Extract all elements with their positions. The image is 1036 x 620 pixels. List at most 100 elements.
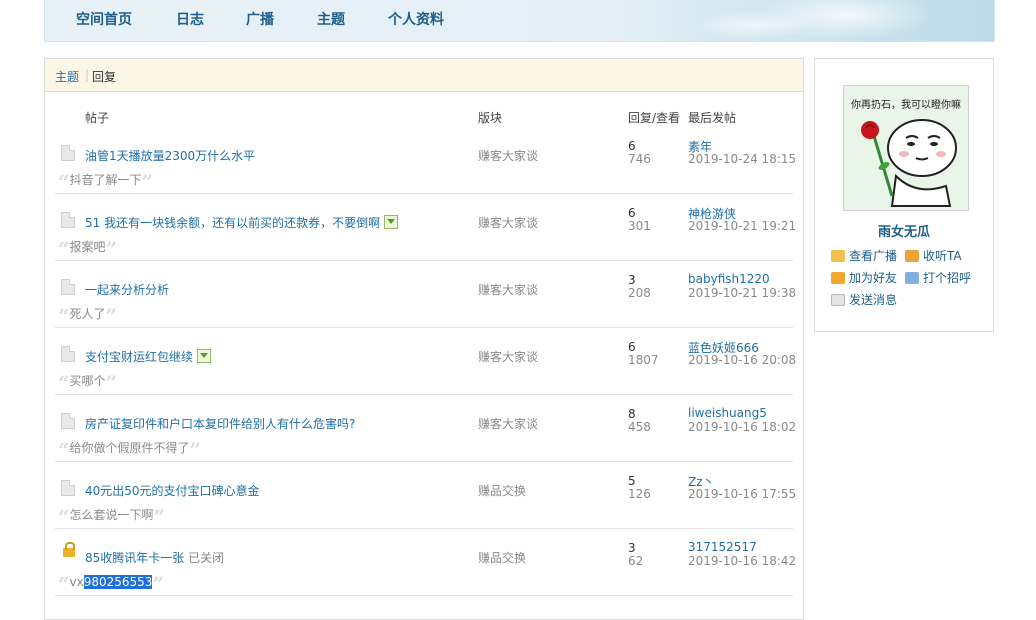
document-icon [61, 413, 75, 429]
forum-link[interactable]: 赚客大家谈 [478, 348, 538, 365]
thread-title-link[interactable]: 油管1天播放量2300万什么水平 [85, 147, 255, 164]
follow-link[interactable]: 收听TA [905, 247, 962, 264]
close-quote-mark: ” [189, 438, 202, 462]
rose-flower [861, 121, 879, 139]
table-row: 85收腾讯年卡一张 已关闭 赚品交换 3 62 317152517 2019-10-16 … [55, 528, 797, 596]
reply-quote: “买哪个” [58, 371, 117, 395]
close-quote-mark: ” [105, 304, 118, 328]
avatar[interactable]: 你再扔石，我可以瞪你嘛 [843, 85, 969, 211]
reply-quote-text: vx [69, 575, 84, 589]
thread-title-link[interactable]: 房产证复印件和户口本复印件给别人有什么危害吗? [85, 415, 355, 432]
document-icon [61, 145, 75, 161]
reply-quote: “死人了” [58, 304, 117, 328]
view-count: 458 [628, 420, 651, 434]
forum-link[interactable]: 赚客大家谈 [478, 214, 538, 231]
column-header-replies-views: 回复/查看 [628, 111, 681, 125]
table-row: 房产证复印件和户口本复印件给别人有什么危害吗? 赚客大家谈 8 458 liweishu… [55, 394, 797, 462]
close-quote-mark: ” [105, 371, 118, 395]
view-broadcast-label: 查看广播 [849, 249, 898, 263]
column-header-post: 帖子 [85, 111, 110, 125]
reply-quote: “抖音了解一下” [58, 170, 153, 194]
forum-link[interactable]: 赚品交换 [478, 482, 526, 499]
nav-item-space-home[interactable]: 空间首页 [76, 9, 132, 29]
view-count: 746 [628, 152, 651, 166]
last-post-date: 2019-10-16 17:55 [688, 487, 797, 501]
reply-count: 3 [628, 273, 636, 287]
thread-title: 一起来分析分析 [85, 283, 170, 297]
add-friend-link[interactable]: 加为好友 [831, 269, 897, 286]
close-quote-mark: ” [153, 505, 166, 529]
open-quote-mark: “ [58, 237, 70, 261]
thread-title: 房产证复印件和户口本复印件给别人有什么危害吗? [85, 417, 356, 431]
last-poster-link[interactable]: 317152517 [688, 540, 757, 554]
document-icon [61, 480, 75, 496]
open-quote-mark: “ [58, 371, 70, 395]
open-quote-mark: “ [58, 438, 70, 462]
nav-item-broadcast[interactable]: 广播 [246, 9, 274, 29]
table-row: 油管1天播放量2300万什么水平 赚客大家谈 6 746 素年 2019-10-24 18… [55, 126, 796, 194]
closed-status-label: 已关闭 [188, 551, 225, 565]
document-icon [61, 212, 75, 228]
follow-label: 收听TA [923, 249, 962, 263]
open-quote-mark: “ [58, 170, 70, 194]
last-post-date: 2019-10-21 19:38 [688, 286, 797, 300]
header-cloud-decoration [694, 10, 814, 40]
close-quote-mark: ” [152, 572, 164, 596]
breadcrumb-separator: | [85, 68, 90, 82]
column-header-forum: 版块 [478, 111, 503, 125]
nav-item-blog[interactable]: 日志 [176, 9, 204, 29]
reply-count: 6 [628, 139, 636, 153]
nav-item-topics[interactable]: 主题 [317, 9, 345, 29]
last-poster-link[interactable]: babyfish1220 [688, 272, 770, 286]
open-quote-mark: “ [58, 572, 70, 596]
send-message-label: 发送消息 [849, 293, 898, 307]
send-message-link[interactable]: 发送消息 [831, 291, 897, 308]
say-hello-link[interactable]: 打个招呼 [905, 269, 971, 286]
reply-quote-text: 死人了 [69, 307, 106, 321]
envelope-icon [831, 294, 845, 306]
forum-link[interactable]: 赚客大家谈 [478, 147, 538, 164]
column-header-last-post: 最后发帖 [688, 111, 737, 125]
replies-panel: 主题 | 回复 帖子 版块 回复/查看 最后发帖 油管1天播放量2300万什么水… [44, 58, 804, 620]
last-poster-link[interactable]: liweishuang5 [688, 406, 767, 420]
top-navigation-bar: 空间首页 日志 广播 主题 个人资料 [44, 0, 995, 42]
profile-username[interactable]: 雨女无瓜 [815, 221, 993, 240]
last-post-date: 2019-10-16 18:42 [688, 554, 797, 568]
lock-icon [63, 542, 75, 557]
table-row: 51 我还有一块钱余额，还有以前买的还款券，不要倒啊 赚客大家谈 6 301 神枪游侠 2… [55, 193, 796, 261]
add-friend-label: 加为好友 [849, 271, 898, 285]
thread-title-link[interactable]: 85收腾讯年卡一张 已关闭 [85, 549, 224, 566]
reply-count: 3 [628, 541, 636, 555]
breadcrumb-current-replies: 回复 [92, 70, 117, 84]
reply-count: 5 [628, 474, 636, 488]
thread-title: 85收腾讯年卡一张 [85, 551, 185, 565]
forum-link[interactable]: 赚品交换 [478, 549, 526, 566]
breadcrumb-topics-link[interactable]: 主题 [55, 68, 79, 85]
last-post-date: 2019-10-16 18:02 [688, 420, 797, 434]
say-hello-label: 打个招呼 [923, 271, 972, 285]
thread-title: 40元出50元的支付宝口碑心意金 [85, 484, 260, 498]
nav-item-profile[interactable]: 个人资料 [388, 9, 444, 29]
image-attachment-icon [384, 215, 399, 229]
thread-title: 51 我还有一块钱余额，还有以前买的还款券，不要倒啊 [85, 216, 381, 230]
document-icon [61, 346, 75, 362]
selected-text-highlight: 980256553 [83, 575, 153, 589]
reply-quote: “vx980256553” [58, 572, 164, 596]
forum-link[interactable]: 赚客大家谈 [478, 281, 538, 298]
table-row: 一起来分析分析 赚客大家谈 3 208 babyfish1220 2019-10-21 1… [55, 260, 797, 328]
reply-quote-text: 买哪个 [69, 374, 106, 388]
thread-title-link[interactable]: 支付宝财运红包继续 [85, 348, 212, 365]
thread-title-link[interactable]: 51 我还有一块钱余额，还有以前买的还款券，不要倒啊 [85, 214, 399, 231]
breadcrumb: 主题 | 回复 [45, 59, 803, 92]
thread-title-link[interactable]: 一起来分析分析 [85, 281, 169, 298]
view-count: 62 [628, 554, 644, 568]
thread-title-link[interactable]: 40元出50元的支付宝口碑心意金 [85, 482, 260, 499]
reply-count: 6 [628, 206, 636, 220]
view-broadcast-link[interactable]: 查看广播 [831, 247, 897, 264]
document-icon [61, 279, 75, 295]
reply-quote-text: 报案吧 [69, 240, 106, 254]
forum-link[interactable]: 赚客大家谈 [478, 415, 538, 432]
greeting-bubble-icon [905, 272, 919, 284]
table-row: 40元出50元的支付宝口碑心意金 赚品交换 5 126 Zz丶 2019-10-16 17… [55, 461, 797, 529]
megaphone-icon [831, 250, 845, 262]
